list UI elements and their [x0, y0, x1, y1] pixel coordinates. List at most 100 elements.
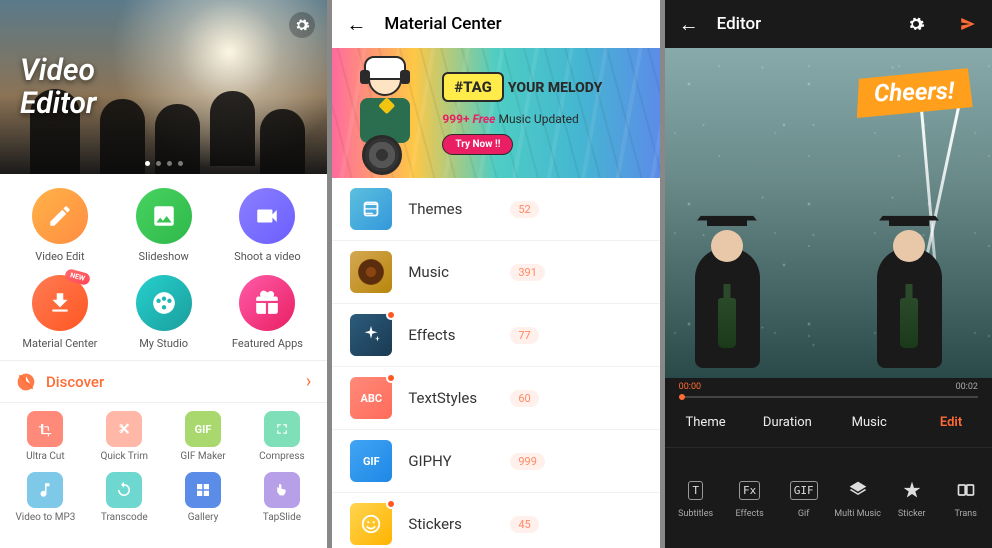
home-screen: VideoEditor Video Edit Slideshow Shoot a…	[0, 0, 327, 548]
discover-row[interactable]: Discover ›	[0, 360, 327, 403]
header: ← Material Center	[332, 0, 659, 48]
material-name: Music	[408, 263, 488, 281]
gear-icon	[907, 15, 925, 33]
editor-tool-multi-music[interactable]: Multi Music	[831, 477, 885, 519]
carousel-dots[interactable]	[145, 161, 183, 166]
main-item-my-studio[interactable]: My Studio	[112, 275, 216, 350]
editor-tools: T Subtitles Fx Effects GIF Gif Multi Mus…	[665, 448, 992, 548]
dj-illustration	[350, 62, 420, 167]
editor-tool-label: Trans	[954, 509, 976, 519]
tool-gallery[interactable]: Gallery	[164, 472, 243, 523]
glyph-icon: T	[683, 477, 709, 503]
banner-text: #TAG YOUR MELODY 999+ Free Music Updated…	[442, 72, 602, 155]
material-name: Effects	[408, 326, 488, 344]
tool-grid: Ultra Cut Quick Trim GIF GIF Maker Compr…	[0, 403, 327, 527]
main-item-featured-apps[interactable]: Featured Apps	[216, 275, 320, 350]
tool-gif-maker[interactable]: GIF GIF Maker	[164, 411, 243, 462]
compress-icon	[264, 411, 300, 447]
tool-ultra-cut[interactable]: Ultra Cut	[6, 411, 85, 462]
tool-transcode[interactable]: Transcode	[85, 472, 164, 523]
main-item-video-edit[interactable]: Video Edit	[8, 188, 112, 263]
image-icon	[136, 188, 192, 244]
material-row-effects[interactable]: Effects 77	[332, 304, 659, 367]
material-row-stickers[interactable]: Stickers 45	[332, 493, 659, 548]
main-item-label: Slideshow	[139, 250, 189, 263]
tab-edit[interactable]: Edit	[910, 415, 992, 430]
try-now-button[interactable]: Try Now !!	[442, 134, 513, 155]
editor-tool-effects[interactable]: Fx Effects	[723, 477, 777, 519]
tool-tapslide[interactable]: TapSlide	[242, 472, 321, 523]
tap-icon	[264, 472, 300, 508]
tool-label: Quick Trim	[100, 451, 148, 462]
notification-dot	[386, 310, 396, 320]
tool-label: GIF Maker	[180, 451, 225, 462]
discover-icon	[16, 372, 36, 392]
material-row-giphy[interactable]: GIF GIPHY 999	[332, 430, 659, 493]
material-row-themes[interactable]: Themes 52	[332, 178, 659, 241]
tool-label: Compress	[259, 451, 305, 462]
tool-label: Video to MP3	[15, 512, 75, 523]
film-icon	[136, 275, 192, 331]
tab-duration[interactable]: Duration	[746, 415, 828, 430]
back-button[interactable]: ←	[346, 12, 366, 37]
tool-video-to-mp3[interactable]: Video to MP3	[6, 472, 85, 523]
material-row-music[interactable]: Music 391	[332, 241, 659, 304]
hero-banner[interactable]: VideoEditor	[0, 0, 327, 174]
editor-tool-sticker[interactable]: Sticker	[885, 477, 939, 519]
notification-dot	[386, 373, 396, 383]
editor-header: ← Editor	[665, 0, 992, 48]
main-item-label: Video Edit	[35, 250, 84, 263]
tool-label: Ultra Cut	[26, 451, 65, 462]
overlay-text: Cheers!	[855, 68, 973, 118]
video-preview[interactable]: Cheers!	[665, 48, 992, 378]
material-count: 45	[510, 516, 538, 533]
grad-figure	[695, 248, 760, 368]
material-count: 60	[510, 390, 538, 407]
main-item-label: Shoot a video	[234, 250, 301, 263]
material-count: 999	[510, 453, 545, 470]
smile-icon	[350, 503, 392, 545]
gallery-icon	[185, 472, 221, 508]
editor-tool-subtitles[interactable]: T Subtitles	[669, 477, 723, 519]
back-button[interactable]: ←	[679, 12, 699, 37]
material-row-textstyles[interactable]: ABC TextStyles 60	[332, 367, 659, 430]
settings-button[interactable]	[906, 14, 926, 34]
star-icon	[899, 477, 925, 503]
material-name: TextStyles	[408, 389, 488, 407]
chevron-right-icon: ›	[306, 371, 311, 392]
sparkle-icon	[350, 314, 392, 356]
scissors-icon	[106, 411, 142, 447]
editor-tool-trans[interactable]: Trans	[939, 477, 992, 519]
time-current: 00:00	[679, 382, 701, 392]
timeline-scrubber[interactable]	[679, 396, 978, 398]
time-total: 00:02	[956, 382, 978, 392]
camera-icon	[239, 188, 295, 244]
text-icon: ABC	[350, 377, 392, 419]
promo-banner[interactable]: #TAG YOUR MELODY 999+ Free Music Updated…	[332, 48, 659, 178]
download-icon: NEW	[32, 275, 88, 331]
refresh-icon	[106, 472, 142, 508]
main-item-shoot-a-video[interactable]: Shoot a video	[216, 188, 320, 263]
page-title: Editor	[717, 14, 761, 34]
material-name: GIPHY	[408, 452, 488, 470]
material-list: Themes 52 Music 391 Effects 77 ABC TextS…	[332, 178, 659, 548]
main-item-slideshow[interactable]: Slideshow	[112, 188, 216, 263]
tag-pill: #TAG	[442, 72, 504, 102]
main-item-label: My Studio	[139, 337, 188, 350]
tab-music[interactable]: Music	[828, 415, 910, 430]
tag-line: YOUR MELODY	[508, 80, 602, 96]
settings-button[interactable]	[289, 12, 315, 38]
main-item-label: Featured Apps	[232, 337, 303, 350]
grad-figure	[877, 248, 942, 368]
editor-tool-gif[interactable]: GIF Gif	[777, 477, 831, 519]
trans-icon	[953, 477, 979, 503]
main-item-material-center[interactable]: NEW Material Center	[8, 275, 112, 350]
tab-theme[interactable]: Theme	[665, 415, 747, 430]
main-action-grid: Video Edit Slideshow Shoot a video NEW M…	[0, 174, 327, 360]
tool-compress[interactable]: Compress	[242, 411, 321, 462]
tool-label: TapSlide	[263, 512, 301, 523]
gift-icon	[239, 275, 295, 331]
export-button[interactable]	[958, 14, 978, 34]
new-badge: NEW	[64, 268, 91, 286]
tool-quick-trim[interactable]: Quick Trim	[85, 411, 164, 462]
